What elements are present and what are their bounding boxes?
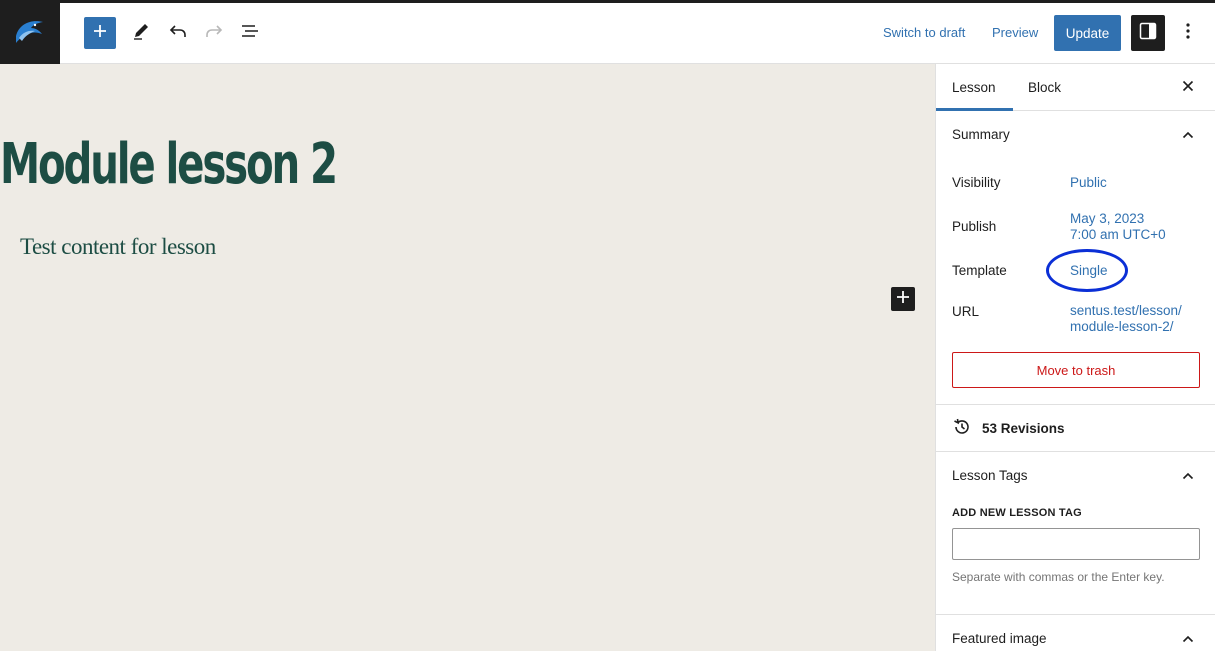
revisions-label: 53 Revisions (982, 420, 1065, 436)
sidebar-tabs: Lesson Block (936, 64, 1215, 111)
settings-sidebar: Lesson Block Summary Visibility Public P… (935, 64, 1215, 651)
revisions-link[interactable]: 53 Revisions (952, 416, 1065, 440)
add-lesson-tag-label: ADD NEW LESSON TAG (952, 507, 1082, 519)
lesson-tags-toggle[interactable] (1176, 464, 1200, 488)
chevron-up-icon (1182, 630, 1194, 648)
add-block-button[interactable] (891, 287, 915, 311)
undo-button[interactable] (162, 17, 194, 49)
redo-icon (204, 21, 224, 46)
url-label: URL (952, 304, 980, 319)
tags-help-text: Separate with commas or the Enter key. (952, 570, 1165, 584)
summary-toggle[interactable] (1176, 123, 1200, 147)
options-menu-button[interactable] (1173, 17, 1203, 49)
publish-date-button[interactable]: May 3, 2023 7:00 am UTC+0 (1070, 211, 1166, 243)
sidebar-toggle-icon (1139, 22, 1157, 45)
block-inserter-toggle[interactable] (84, 17, 116, 49)
close-sidebar-button[interactable] (1176, 76, 1200, 100)
pencil-icon (131, 21, 151, 46)
lesson-tag-input[interactable] (952, 528, 1200, 560)
tools-button[interactable] (125, 17, 157, 49)
chevron-up-icon (1182, 126, 1194, 144)
update-button[interactable]: Update (1054, 15, 1121, 51)
post-title[interactable]: Module lesson 2 (0, 130, 338, 200)
plus-icon (896, 290, 910, 309)
switch-to-draft-button[interactable]: Switch to draft (883, 17, 965, 49)
summary-panel-header[interactable]: Summary (936, 111, 1215, 159)
url-line-1: sentus.test/lesson/ (1070, 303, 1182, 318)
plus-icon (92, 23, 108, 44)
publish-time: 7:00 am UTC+0 (1070, 227, 1166, 242)
preview-button[interactable]: Preview (992, 17, 1038, 49)
divider (936, 404, 1215, 405)
move-to-trash-button[interactable]: Move to trash (952, 352, 1200, 388)
url-value[interactable]: sentus.test/lesson/ module-lesson-2/ (1070, 303, 1182, 335)
lesson-tags-title: Lesson Tags (952, 468, 1028, 483)
editor-canvas[interactable]: Module lesson 2 Test content for lesson (0, 64, 935, 651)
visibility-label: Visibility (952, 175, 1001, 190)
dolphin-logo-icon (13, 16, 47, 51)
vertical-ellipsis-icon (1186, 22, 1190, 44)
redo-button[interactable] (198, 17, 230, 49)
featured-image-title: Featured image (952, 631, 1047, 646)
featured-image-panel-header[interactable]: Featured image (936, 615, 1215, 651)
settings-toggle-button[interactable] (1131, 15, 1165, 51)
annotation-circle (1046, 249, 1128, 292)
paragraph-block[interactable]: Test content for lesson (20, 234, 216, 260)
tab-lesson[interactable]: Lesson (952, 64, 996, 111)
chevron-up-icon (1182, 467, 1194, 485)
url-line-2: module-lesson-2/ (1070, 319, 1174, 334)
featured-image-toggle[interactable] (1176, 627, 1200, 651)
visibility-value[interactable]: Public (1070, 175, 1107, 191)
close-icon (1182, 79, 1194, 97)
publish-label: Publish (952, 219, 997, 234)
lesson-tags-panel-header[interactable]: Lesson Tags (936, 452, 1215, 500)
list-view-button[interactable] (234, 17, 266, 49)
tab-block[interactable]: Block (1028, 64, 1061, 111)
editor-header: Switch to draft Preview Update (0, 3, 1215, 64)
site-logo-button[interactable] (0, 3, 60, 64)
publish-date: May 3, 2023 (1070, 211, 1145, 226)
summary-title: Summary (952, 127, 1010, 142)
history-icon (952, 417, 972, 440)
undo-icon (168, 21, 188, 46)
template-label: Template (952, 263, 1007, 278)
list-view-icon (240, 21, 260, 46)
